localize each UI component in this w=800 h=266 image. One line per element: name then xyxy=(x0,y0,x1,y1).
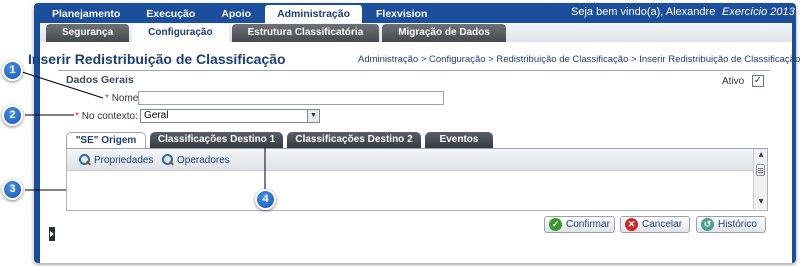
callout-4: 4 xyxy=(255,189,276,210)
callout-3: 3 xyxy=(2,179,23,200)
callout-lines xyxy=(21,71,266,191)
callout-line-1 xyxy=(21,71,104,99)
callout-1: 1 xyxy=(2,60,23,81)
callout-2: 2 xyxy=(2,105,23,126)
